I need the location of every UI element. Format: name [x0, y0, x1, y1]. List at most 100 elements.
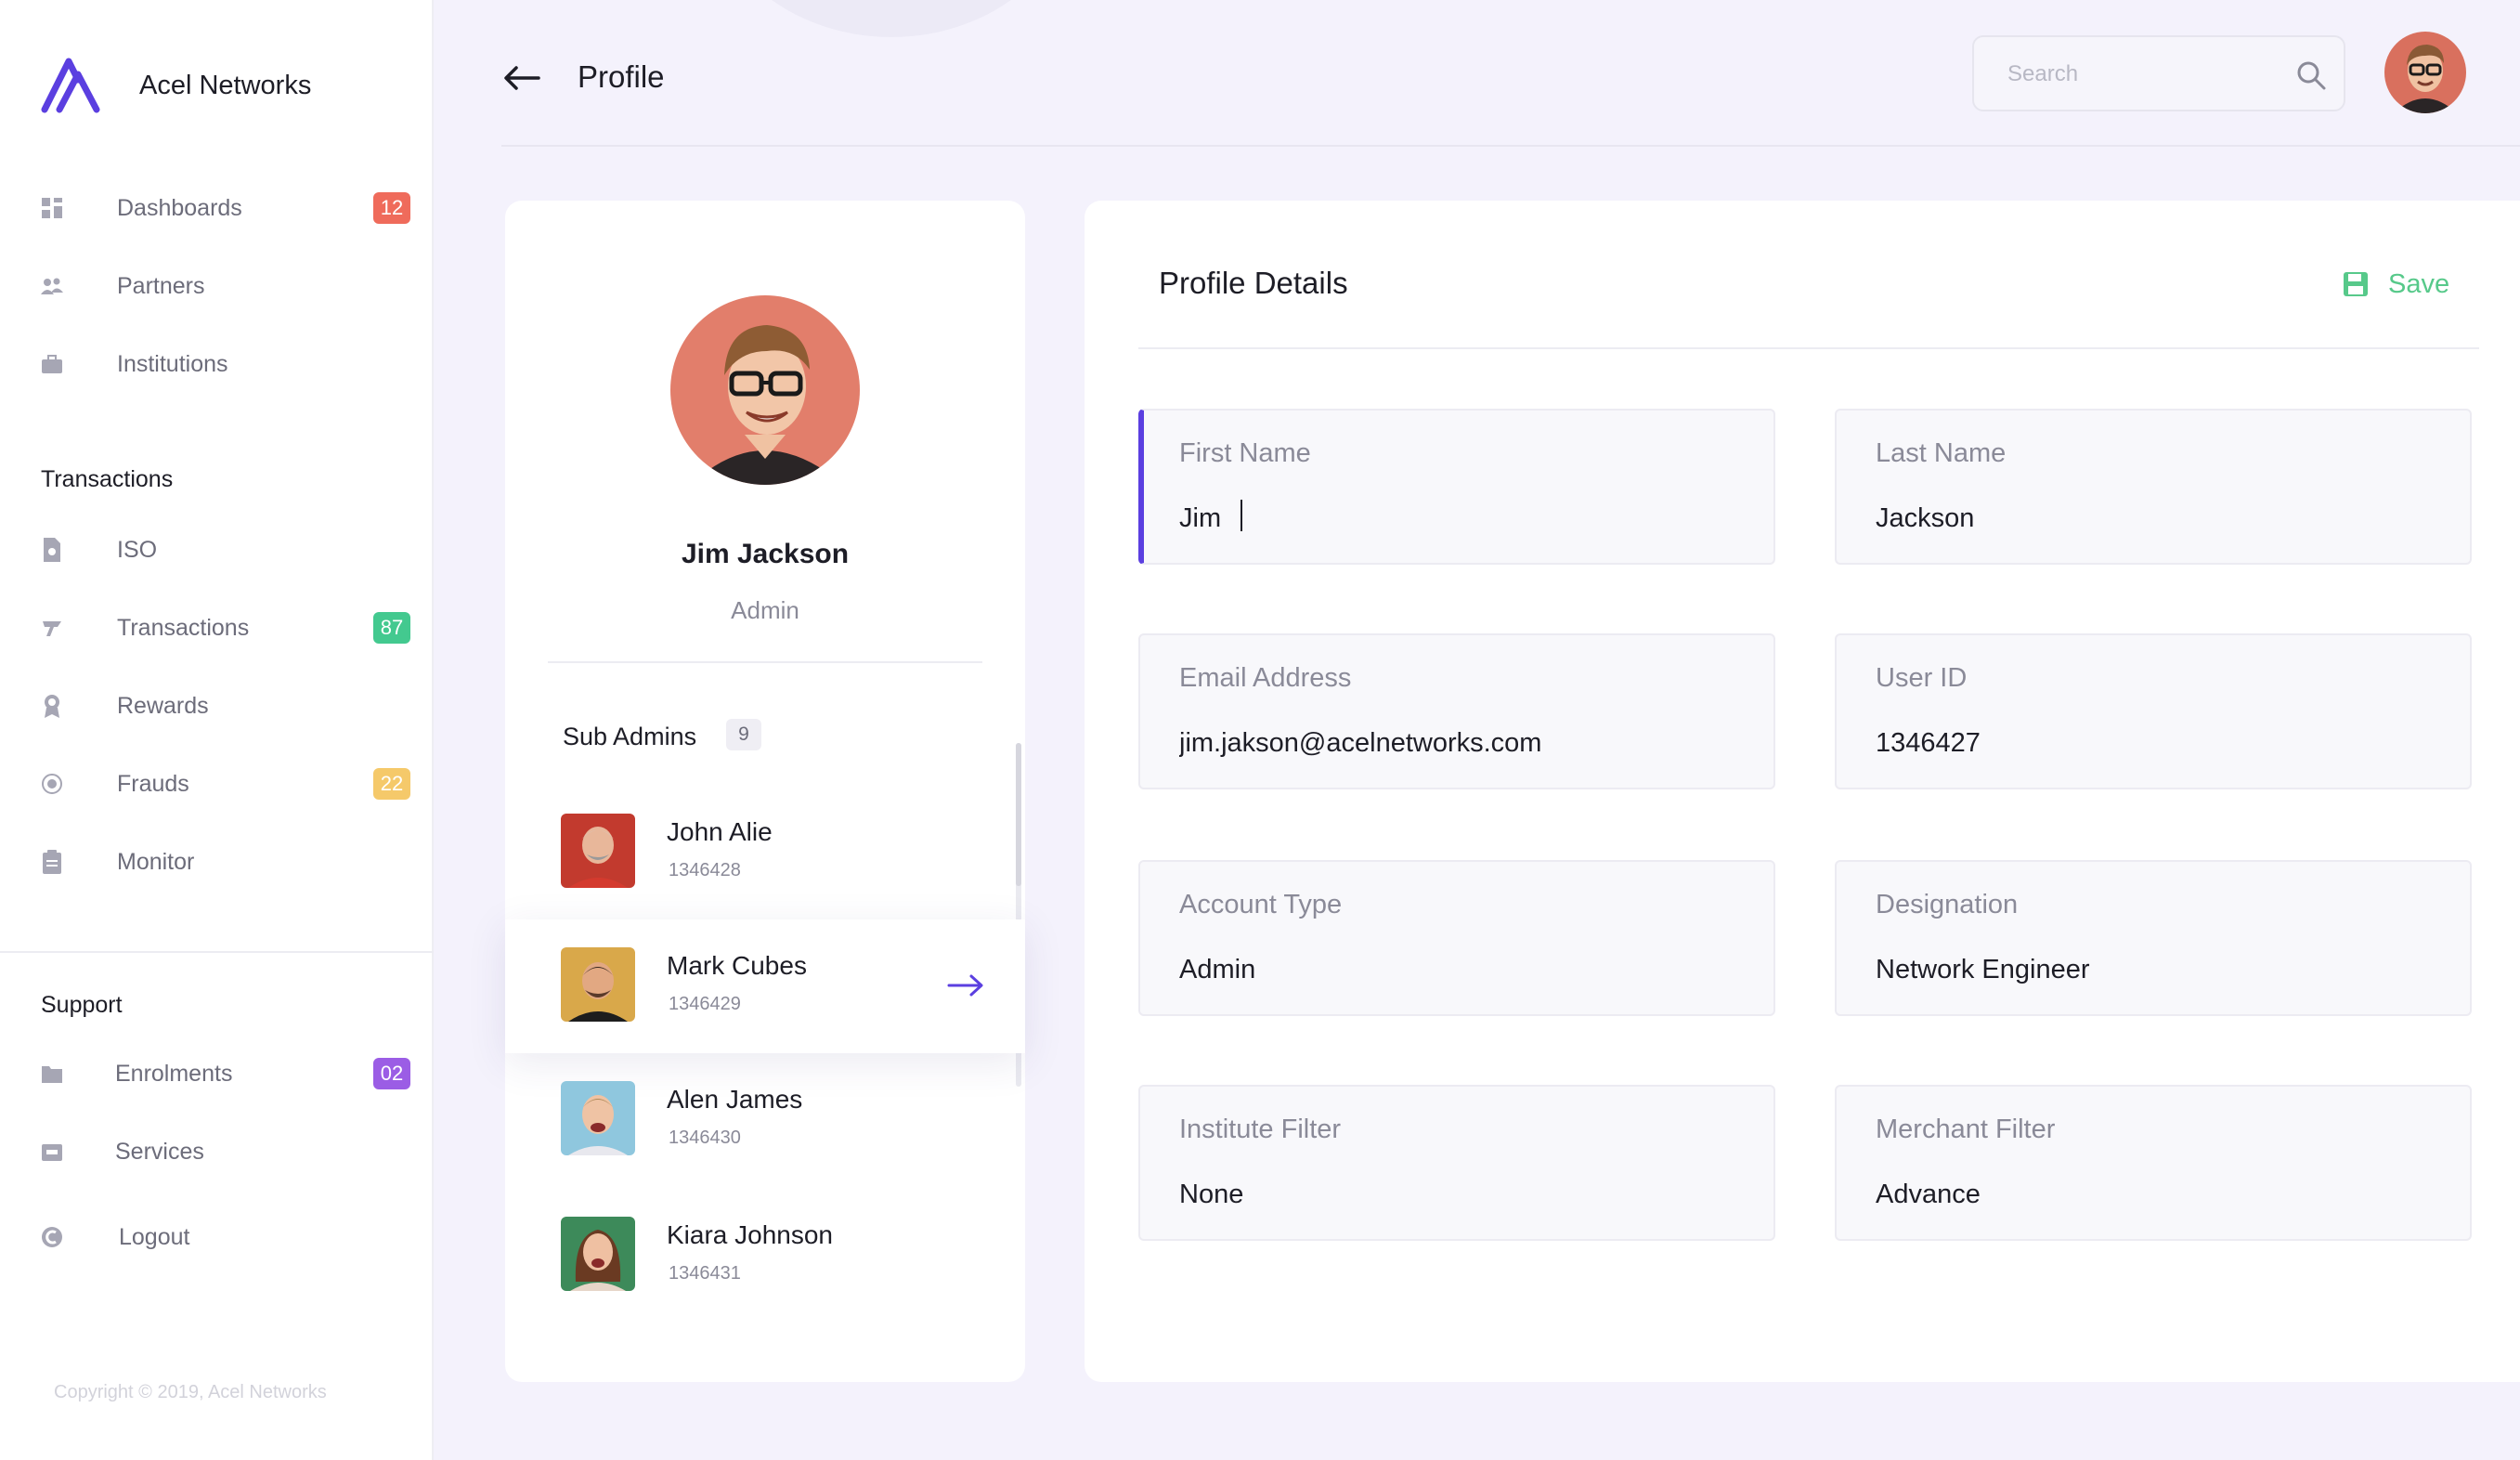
sidebar-item-services[interactable]: Services	[0, 1124, 434, 1180]
sub-admin-row[interactable]: Kiara Johnson 1346431	[505, 1189, 1025, 1323]
people-icon	[39, 273, 65, 299]
merchant-filter-field[interactable]: Merchant Filter	[1835, 1085, 2472, 1241]
sidebar-item-institutions[interactable]: Institutions	[0, 336, 434, 392]
field-label: Last Name	[1876, 438, 2007, 468]
award-icon	[39, 693, 65, 719]
app-frame: Acel Networks Dashboards 12 Partners Ins…	[0, 0, 2520, 1460]
first-name-input[interactable]	[1179, 500, 1226, 537]
count-badge: 22	[373, 768, 410, 800]
box-icon	[39, 1139, 65, 1165]
sub-admin-avatar	[561, 814, 635, 888]
profile-card: Jim Jackson Admin Sub Admins 9 John Alie…	[505, 201, 1025, 1382]
user-id-input[interactable]	[1876, 724, 2433, 762]
sidebar-divider	[0, 951, 434, 953]
sub-admins-count-badge: 9	[726, 719, 761, 750]
sub-admin-avatar	[561, 947, 635, 1022]
profile-details-card: Profile Details Save First Name Last Nam…	[1085, 201, 2520, 1382]
brand[interactable]: Acel Networks	[41, 58, 311, 113]
designation-field[interactable]: Designation	[1835, 860, 2472, 1016]
sub-admin-row[interactable]: Mark Cubes 1346429	[505, 919, 1025, 1053]
designation-input[interactable]	[1876, 951, 2433, 988]
count-badge: 87	[373, 612, 410, 644]
section-title-transactions: Transactions	[41, 466, 174, 492]
search-box[interactable]	[1972, 35, 2345, 111]
sub-admin-avatar	[561, 1217, 635, 1291]
sub-admin-name: Kiara Johnson	[667, 1220, 834, 1249]
account-type-input[interactable]	[1179, 951, 1736, 988]
sidebar-item-iso[interactable]: ISO	[0, 522, 434, 578]
background-decoration	[706, 0, 1077, 37]
field-label: Email Address	[1179, 663, 1352, 693]
search-icon[interactable]	[2295, 59, 2327, 91]
save-label: Save	[2388, 268, 2450, 299]
email-input[interactable]	[1179, 724, 1736, 762]
sub-admins-title: Sub Admins	[563, 723, 697, 750]
field-label: First Name	[1179, 438, 1311, 468]
last-name-input[interactable]	[1876, 500, 2433, 537]
sub-admin-name: John Alie	[667, 817, 773, 846]
email-field[interactable]: Email Address	[1138, 633, 1775, 789]
institute-filter-field[interactable]: Institute Filter	[1138, 1085, 1775, 1241]
field-label: Designation	[1876, 890, 2019, 919]
institute-filter-input[interactable]	[1179, 1176, 1736, 1213]
field-label: Account Type	[1179, 890, 1343, 919]
user-id-field[interactable]: User ID	[1835, 633, 2472, 789]
sidebar-item-dashboards[interactable]: Dashboards 12	[0, 180, 434, 236]
arrow-right-icon[interactable]	[945, 970, 986, 1001]
sidebar-item-transactions[interactable]: Transactions 87	[0, 600, 434, 656]
sidebar-item-frauds[interactable]: Frauds 22	[0, 756, 434, 812]
header-divider	[501, 145, 2520, 147]
briefcase-icon	[39, 351, 65, 377]
sub-admin-row[interactable]: Alen James 1346430	[505, 1053, 1025, 1187]
sidebar: Acel Networks Dashboards 12 Partners Ins…	[0, 0, 434, 1460]
page-title: Profile	[578, 59, 665, 94]
section-title-support: Support	[41, 992, 123, 1018]
sidebar-item-partners[interactable]: Partners	[0, 258, 434, 314]
sub-admin-id: 1346431	[669, 1263, 741, 1284]
merchant-filter-input[interactable]	[1876, 1176, 2433, 1213]
back-arrow-icon[interactable]	[501, 58, 542, 98]
sub-admin-name: Mark Cubes	[667, 951, 807, 980]
save-button[interactable]: Save	[2342, 264, 2449, 305]
details-title: Profile Details	[1159, 266, 1348, 300]
sidebar-item-label: ISO	[117, 536, 158, 563]
sidebar-item-label: Logout	[119, 1223, 190, 1250]
search-input[interactable]	[2007, 58, 2277, 91]
count-badge: 02	[373, 1058, 410, 1089]
grid-icon	[39, 195, 65, 221]
sidebar-item-monitor[interactable]: Monitor	[0, 834, 434, 890]
floppy-disk-icon	[2344, 272, 2368, 296]
sidebar-item-label: Frauds	[117, 770, 189, 797]
sub-admin-row[interactable]: John Alie 1346428	[505, 786, 1025, 919]
details-divider	[1138, 347, 2479, 349]
card-divider	[548, 661, 982, 663]
sub-admin-id: 1346429	[669, 994, 741, 1014]
field-label: User ID	[1876, 663, 1968, 693]
sub-admin-id: 1346430	[669, 1128, 741, 1148]
sidebar-item-label: Partners	[117, 272, 205, 299]
sidebar-item-enrolments[interactable]: Enrolments 02	[0, 1046, 434, 1102]
sidebar-item-label: Monitor	[117, 848, 195, 875]
sidebar-item-rewards[interactable]: Rewards	[0, 678, 434, 734]
first-name-field[interactable]: First Name	[1138, 409, 1775, 565]
sub-admin-id: 1346428	[669, 860, 741, 880]
profile-role: Admin	[731, 596, 799, 624]
copyright-text: Copyright © 2019, Acel Networks	[54, 1382, 327, 1402]
folder-icon	[39, 1061, 65, 1087]
sub-admin-avatar	[561, 1081, 635, 1155]
sidebar-item-logout[interactable]: Logout	[0, 1209, 434, 1265]
profile-avatar[interactable]	[670, 295, 860, 485]
text-caret	[1241, 500, 1242, 531]
last-name-field[interactable]: Last Name	[1835, 409, 2472, 565]
sidebar-item-label: Transactions	[117, 614, 250, 641]
sidebar-item-label: Rewards	[117, 692, 209, 719]
clipboard-icon	[39, 849, 65, 875]
tag-icon	[39, 615, 65, 641]
user-avatar[interactable]	[2384, 32, 2466, 113]
field-label: Institute Filter	[1179, 1115, 1342, 1144]
field-label: Merchant Filter	[1876, 1115, 2056, 1144]
sidebar-item-label: Dashboards	[117, 194, 242, 221]
logout-icon	[39, 1224, 65, 1250]
account-type-field[interactable]: Account Type	[1138, 860, 1775, 1016]
sidebar-item-label: Institutions	[117, 350, 228, 377]
